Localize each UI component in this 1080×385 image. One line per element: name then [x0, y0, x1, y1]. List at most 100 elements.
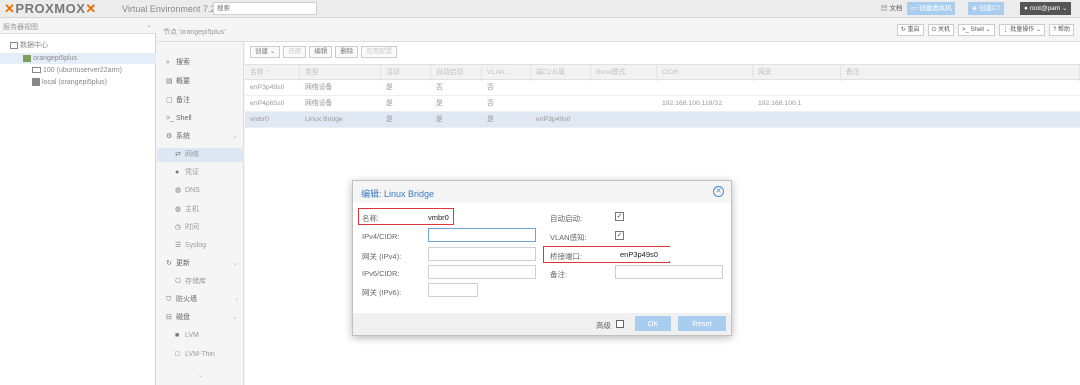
apply-config-button[interactable]: 应用配置	[361, 46, 398, 58]
nav-item-search[interactable]: ⌕ 搜索	[157, 56, 244, 70]
nav-item-repositories[interactable]: ⎔ 存储库	[157, 275, 244, 289]
column-header[interactable]: VLAN...	[482, 65, 531, 81]
node-label: orangepi5plus	[33, 55, 77, 62]
ipv4-label: IPv4/CIDR:	[362, 232, 400, 241]
nav-item-hosts[interactable]: ◍ 主机	[157, 203, 244, 217]
nav-item-dns[interactable]: ◍ DNS	[157, 184, 244, 198]
edit-label: 编辑	[314, 48, 328, 55]
edit-bridge-dialog: 编辑: Linux Bridge ✕ 名称: vmbr0 IPv4/CIDR: …	[352, 180, 732, 336]
nav-item-shell[interactable]: >_ Shell	[157, 112, 244, 126]
column-header[interactable]: CIDR	[657, 65, 753, 81]
nav-item-lvm-thin[interactable]: □ LVM-Thin	[157, 348, 244, 362]
hdd-icon: ⊟	[166, 314, 172, 321]
nav-item-network[interactable]: ⇄ 网络	[157, 148, 244, 162]
user-menu[interactable]: ● root@pam ⌄	[1020, 2, 1072, 15]
vlan-aware-checkbox[interactable]: ✓	[615, 231, 624, 240]
square-icon: ■	[175, 332, 180, 339]
comment-input[interactable]	[615, 265, 723, 279]
edit-button[interactable]: 编辑	[309, 46, 333, 58]
reboot-button[interactable]: ↻ 重启	[896, 24, 924, 36]
square-outline-icon: □	[175, 351, 180, 358]
gateway-ipv6-input[interactable]	[428, 283, 478, 297]
logo-text: PROXMOX	[15, 1, 86, 16]
tree-item-storage[interactable]: local (orangepi5plus)	[32, 77, 156, 88]
datacenter-label: 数据中心	[20, 42, 48, 49]
help-button[interactable]: ? 帮助	[1048, 24, 1074, 36]
nav-label: Shell	[176, 115, 192, 122]
proxmox-x-icon-2: ✕	[85, 1, 97, 16]
list-icon: ☰	[175, 242, 182, 249]
gateway-ipv4-input[interactable]	[428, 247, 536, 261]
chevron-right-icon: ›	[235, 296, 238, 303]
search-icon: ⌕	[166, 59, 170, 66]
column-header[interactable]: 类型	[300, 65, 381, 81]
nav-item-firewall[interactable]: ⛉ 防火墙 ›	[157, 293, 244, 307]
reset-button[interactable]: Reset	[678, 316, 726, 331]
nav-item-updates[interactable]: ↻ 更新 ⌄	[157, 257, 244, 271]
resource-tree: 数据中心 orangepi5plus 100 (ubuntuserver22ar…	[0, 34, 156, 385]
nav-item-disks[interactable]: ⊟ 磁盘 ⌄	[157, 311, 244, 325]
nav-scroll-up[interactable]	[157, 42, 244, 48]
chevron-down-icon: ⌄	[1062, 5, 1068, 12]
nav-label: 主机	[185, 206, 199, 213]
nav-item-time[interactable]: ◷ 时间	[157, 221, 244, 235]
cell-cidr: 192.168.100.118/32	[662, 100, 722, 107]
node-nav: ⌕ 搜索 ▤ 概要 ▢ 备注 >_ Shell ⚙ 系统 ⌄ ⇄ 网络 ● 凭证 ◍ DNS ◍ 主…	[157, 42, 244, 385]
close-icon[interactable]: ✕	[713, 186, 724, 197]
ipv6-cidr-input[interactable]	[428, 265, 536, 279]
nav-label: LVM	[185, 332, 199, 339]
nav-label: LVM-Thin	[185, 351, 215, 358]
bulk-actions-button[interactable]: ⋮ 批量操作 ⌄	[998, 24, 1045, 36]
revert-label: 还原	[288, 48, 302, 55]
shutdown-button[interactable]: ⏻ 关机	[927, 24, 955, 36]
nav-item-certificates[interactable]: ● 凭证	[157, 166, 244, 180]
bridge-ports-input[interactable]	[615, 247, 723, 261]
column-header[interactable]: 名称 ↑	[245, 65, 300, 81]
ipv4-cidr-input[interactable]	[428, 228, 536, 242]
column-header[interactable]: Bond模式	[591, 65, 657, 81]
cell-type: 网络设备	[305, 100, 333, 107]
docs-button[interactable]: ▤ 文档	[877, 2, 906, 15]
nav-item-summary[interactable]: ▤ 概要	[157, 75, 244, 89]
cell-type: Linux Bridge	[305, 116, 343, 123]
column-header[interactable]: 备注	[841, 65, 1080, 81]
gateway-ipv6-label: 网关 (IPv6):	[362, 288, 402, 297]
chevron-down-icon: ⌄	[232, 260, 238, 267]
revert-button[interactable]: 还原	[283, 46, 307, 58]
bulk-label: 批量操作	[1010, 27, 1035, 33]
cell-active: 是	[386, 84, 393, 91]
shell-button[interactable]: >_ Shell ⌄	[958, 24, 995, 36]
network-toolbar: 创建 ⌄ 还原 编辑 删除 应用配置	[250, 46, 398, 58]
create-ct-button[interactable]: ◈ 创建CT	[968, 2, 1005, 15]
nav-label: 更新	[176, 260, 190, 267]
column-header[interactable]: 端口/从属	[531, 65, 591, 81]
table-row[interactable]: enP4p65s0 网络设备 是 是 否 192.168.100.118/32 …	[245, 96, 1080, 112]
search-input[interactable]	[213, 2, 317, 15]
nav-item-lvm[interactable]: ■ LVM	[157, 329, 244, 343]
ok-button[interactable]: OK	[635, 316, 671, 331]
nav-item-notes[interactable]: ▢ 备注	[157, 94, 244, 108]
nav-label: 备注	[176, 97, 190, 104]
tree-item-vm[interactable]: 100 (ubuntuserver22arm)	[32, 65, 156, 76]
book-icon: ▤	[166, 78, 173, 85]
tree-item-node[interactable]: orangepi5plus	[0, 53, 156, 64]
remove-button[interactable]: 删除	[335, 46, 359, 58]
table-row-selected[interactable]: vmbr0 Linux Bridge 是 是 是 enP3p49s0	[245, 112, 1080, 128]
nav-item-system[interactable]: ⚙ 系统 ⌄	[157, 130, 244, 144]
cell-vlan: 否	[487, 100, 494, 107]
notes-icon: ▢	[166, 97, 173, 104]
tree-item-datacenter[interactable]: 数据中心	[10, 40, 150, 51]
column-header[interactable]: 自动启动	[431, 65, 482, 81]
create-vm-button[interactable]: ▭ 创建虚拟机	[907, 2, 956, 15]
advanced-checkbox[interactable]	[616, 320, 624, 328]
create-label: 创建	[255, 48, 268, 55]
table-row[interactable]: enP3p49s0 网络设备 是 否 否	[245, 80, 1080, 96]
column-header[interactable]: 网关	[753, 65, 841, 81]
server-view-selector[interactable]: 服务器视图 ⌄	[0, 18, 156, 34]
autostart-checkbox[interactable]: ✓	[615, 212, 624, 221]
nav-scroll-down[interactable]: ⌄	[157, 369, 244, 383]
nav-item-syslog[interactable]: ☰ Syslog	[157, 239, 244, 253]
column-header[interactable]: 活动	[381, 65, 431, 81]
exchange-icon: ⇄	[175, 151, 181, 158]
create-button[interactable]: 创建 ⌄	[250, 46, 281, 58]
